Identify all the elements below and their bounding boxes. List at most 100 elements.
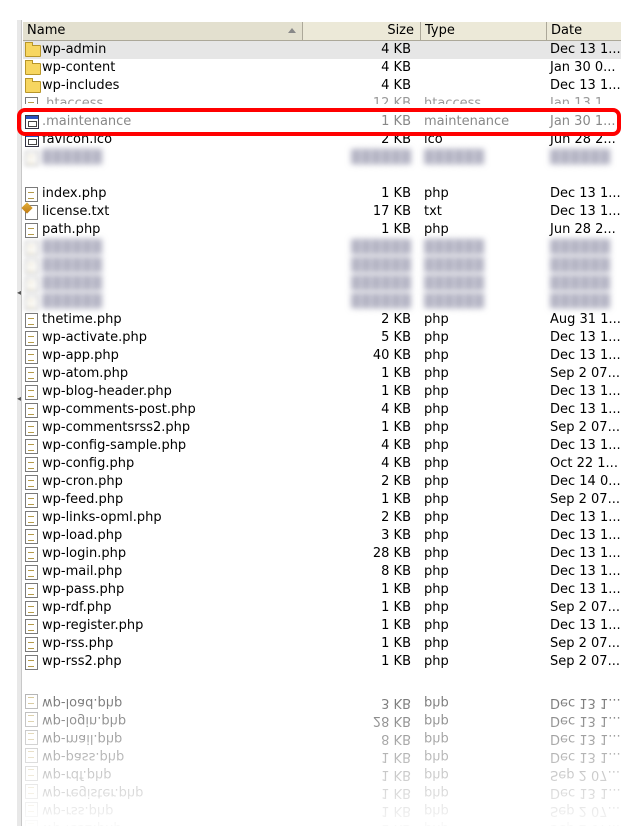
file-size: 2 KB	[381, 312, 411, 327]
file-icon	[25, 313, 41, 328]
file-row[interactable]: thetime.php 2 KB php Aug 31 1...	[23, 311, 621, 329]
file-row[interactable]: wp-activate.php 5 KB php Dec 13 1...	[23, 329, 621, 347]
file-row[interactable]: .maintenance 1 KB maintenance Jan 30 1...	[23, 113, 621, 131]
file-row[interactable]: license.txt 17 KB txt Dec 13 1...	[23, 203, 621, 221]
file-date: Dec 13 1...	[550, 546, 621, 561]
file-row[interactable]: wp-blog-header.php 1 KB php Dec 13 1...	[23, 383, 621, 401]
file-row[interactable]: wp-rss2.php 1 KB php Sep 2 07...	[23, 653, 621, 671]
folder-icon	[25, 42, 41, 57]
file-date: Dec 13 1...	[550, 78, 621, 93]
file-row[interactable]: wp-includes 4 KB Dec 13 1...	[23, 77, 621, 95]
file-icon	[25, 529, 41, 544]
file-size: 1 KB	[381, 582, 411, 597]
file-icon	[25, 583, 41, 598]
file-type: php	[424, 456, 449, 471]
file-type: php	[424, 546, 449, 561]
file-type: php	[424, 384, 449, 399]
file-row[interactable]: wp-config.php 4 KB php Oct 22 1...	[23, 455, 621, 473]
file-row[interactable]: wp-load.php 3 KB php Dec 13 1...	[23, 527, 621, 545]
file-size: 1 KB	[381, 222, 411, 237]
file-name: favicon.ico	[42, 132, 113, 147]
file-type: php	[424, 312, 449, 327]
file-name: wp-mail.php	[42, 564, 123, 579]
column-header-date-label: Date	[551, 23, 583, 38]
file-row[interactable]	[23, 167, 621, 185]
file-row[interactable]: ██████ ██████ ██████ ██████	[23, 275, 621, 293]
file-name: wp-atom.php	[42, 366, 129, 381]
file-name: wp-rdf.php	[42, 600, 112, 615]
file-size: 1 KB	[381, 186, 411, 201]
file-icon	[25, 277, 41, 292]
file-date: Jun 28 2...	[550, 222, 616, 237]
file-row[interactable]: wp-mail.php 8 KB php Dec 13 1...	[23, 563, 621, 581]
file-type: ██████	[424, 276, 484, 291]
collapse-arrow-icon[interactable]: ◂	[17, 288, 21, 297]
file-row[interactable]: wp-rdf.php 1 KB php Sep 2 07...	[23, 599, 621, 617]
file-name: wp-rss.php	[42, 636, 114, 651]
file-type: php	[424, 582, 449, 597]
file-name: license.txt	[42, 204, 110, 219]
file-type: maintenance	[424, 114, 510, 129]
file-row[interactable]: wp-comments-post.php 4 KB php Dec 13 1...	[23, 401, 621, 419]
file-size: 4 KB	[381, 60, 411, 75]
file-name: path.php	[42, 222, 101, 237]
file-type: php	[424, 186, 449, 201]
file-row[interactable]: wp-content 4 KB Jan 30 0...	[23, 59, 621, 77]
file-size: 4 KB	[381, 456, 411, 471]
column-header-name[interactable]: Name	[23, 22, 303, 40]
file-type: php	[424, 438, 449, 453]
expand-arrow-icon[interactable]: ◂	[17, 394, 21, 403]
file-row[interactable]: ██████ ██████ ██████ ██████	[23, 149, 621, 167]
file-type: ██████	[424, 150, 484, 165]
file-size: 4 KB	[381, 438, 411, 453]
file-date: Dec 13 1...	[550, 582, 621, 597]
file-icon	[25, 151, 41, 166]
file-size: 4 KB	[381, 78, 411, 93]
file-name: wp-blog-header.php	[42, 384, 172, 399]
file-date: Dec 13 1...	[550, 618, 621, 633]
file-date: Jun 28 2...	[550, 132, 616, 147]
file-size: 1 KB	[381, 366, 411, 381]
file-type: php	[424, 348, 449, 363]
file-row[interactable]: .htaccess 12 KB htaccess Jan 13 1...	[23, 95, 621, 104]
file-row[interactable]: wp-atom.php 1 KB php Sep 2 07...	[23, 365, 621, 383]
file-type: php	[424, 474, 449, 489]
file-icon	[25, 511, 41, 526]
file-row[interactable]: wp-pass.php 1 KB php Dec 13 1...	[23, 581, 621, 599]
file-row[interactable]: wp-rss.php 1 KB php Sep 2 07...	[23, 635, 621, 653]
file-row[interactable]: ██████ ██████ ██████ ██████	[23, 293, 621, 311]
file-date: Dec 13 1...	[550, 42, 621, 57]
file-row[interactable]: wp-cron.php 2 KB php Dec 14 0...	[23, 473, 621, 491]
file-size: 40 KB	[372, 348, 411, 363]
file-type: php	[424, 636, 449, 651]
file-row[interactable]: wp-config-sample.php 4 KB php Dec 13 1...	[23, 437, 621, 455]
file-row[interactable]: wp-login.php 28 KB php Dec 13 1...	[23, 545, 621, 563]
column-header-type-label: Type	[425, 23, 455, 38]
pane-splitter[interactable]: ◂ ◂	[17, 20, 22, 826]
file-size: 2 KB	[381, 132, 411, 147]
file-type: txt	[424, 204, 442, 219]
column-header-size[interactable]: Size	[303, 22, 421, 40]
file-list-panel: ◂ ◂ Name Size Type Date wp-admin 4 KB Dec …	[17, 20, 623, 826]
file-name: index.php	[42, 186, 107, 201]
file-row[interactable]: index.php 1 KB php Dec 13 1...	[23, 185, 621, 203]
file-row[interactable]: wp-commentsrss2.php 1 KB php Sep 2 07...	[23, 419, 621, 437]
file-date: ██████	[550, 294, 610, 309]
file-row[interactable]: ██████ ██████ ██████ ██████	[23, 239, 621, 257]
column-header-type[interactable]: Type	[421, 22, 547, 40]
file-size: 1 KB	[381, 384, 411, 399]
file-row[interactable]: favicon.ico 2 KB ico Jun 28 2...	[23, 131, 621, 149]
column-header-date[interactable]: Date	[547, 22, 621, 40]
file-row[interactable]: wp-links-opml.php 2 KB php Dec 13 1...	[23, 509, 621, 527]
file-row[interactable]: wp-app.php 40 KB php Dec 13 1...	[23, 347, 621, 365]
file-size: 1 KB	[381, 618, 411, 633]
file-row[interactable]: wp-register.php 1 KB php Dec 13 1...	[23, 617, 621, 635]
file-date: Dec 13 1...	[550, 204, 621, 219]
file-row[interactable]: wp-admin 4 KB Dec 13 1...	[23, 41, 621, 59]
file-row[interactable]: wp-feed.php 1 KB php Sep 2 07...	[23, 491, 621, 509]
file-type: ico	[424, 132, 443, 147]
file-row[interactable]: path.php 1 KB php Jun 28 2...	[23, 221, 621, 239]
file-type: php	[424, 492, 449, 507]
file-date: Sep 2 07...	[550, 654, 620, 669]
file-row[interactable]: ██████ ██████ ██████ ██████	[23, 257, 621, 275]
